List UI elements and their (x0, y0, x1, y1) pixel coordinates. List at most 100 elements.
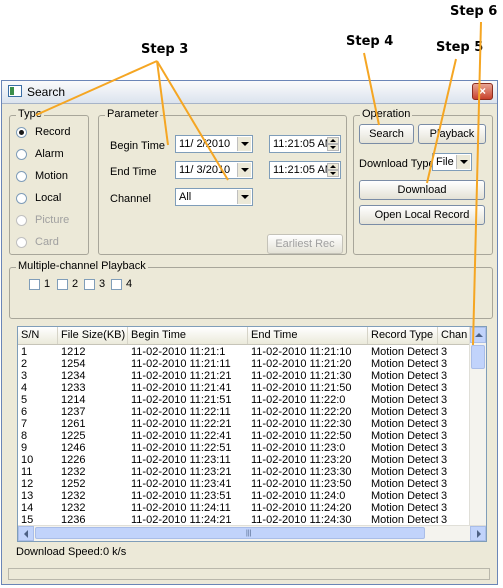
chevron-down-icon[interactable] (237, 190, 251, 204)
table-cell: 11-02-2010 11:23:30 (251, 466, 352, 478)
parameter-legend: Parameter (105, 108, 161, 120)
chevron-down-icon[interactable] (237, 163, 251, 177)
begin-date-picker[interactable]: 11/ 2/2010 (175, 135, 253, 153)
parameter-group: Parameter Begin Time 11/ 2/2010 11:21:05… (98, 108, 347, 255)
radio-icon[interactable] (16, 170, 27, 182)
spin-up-icon[interactable] (327, 137, 339, 144)
channel-select[interactable]: All (175, 188, 253, 206)
table-cell: 11-02-2010 11:23:20 (251, 454, 352, 466)
table-row[interactable]: 1 1212 11-02-2010 11:21:1 11-02-2010 11:21:… (18, 346, 470, 358)
table-row[interactable]: 11 1232 11-02-2010 11:23:21 11-02-2010 11:2… (18, 466, 470, 478)
chevron-down-icon[interactable] (456, 155, 470, 169)
table-cell: 9 (21, 442, 28, 454)
horizontal-scrollbar[interactable]: ||| (18, 525, 486, 541)
scroll-left-icon[interactable] (18, 526, 34, 541)
close-icon[interactable]: × (472, 83, 493, 100)
download-type-select[interactable]: File (432, 153, 472, 171)
column-header[interactable]: Chan (438, 327, 472, 344)
column-header[interactable]: S/N (18, 327, 58, 344)
table-cell: 3 (21, 370, 28, 382)
table-cell: 11-02-2010 11:23:11 (131, 454, 231, 466)
checkbox-icon[interactable] (57, 278, 68, 290)
spin-down-icon[interactable] (327, 144, 339, 151)
type-option-alarm[interactable]: Alarm (16, 146, 64, 162)
type-option-record[interactable]: Record (16, 124, 70, 140)
playback-button[interactable]: Playback (418, 124, 486, 144)
chevron-down-icon[interactable] (237, 137, 251, 151)
column-header[interactable]: Record Type (368, 327, 438, 344)
record-list-table[interactable]: S/N File Size(KB) Begin Time End Time Re… (17, 326, 487, 542)
column-header[interactable]: End Time (248, 327, 368, 344)
table-row[interactable]: 8 1225 11-02-2010 11:22:41 11-02-2010 11:22… (18, 430, 470, 442)
table-cell: 11-02-2010 11:23:50 (251, 478, 352, 490)
table-row[interactable]: 12 1252 11-02-2010 11:23:41 11-02-2010 11:2… (18, 478, 470, 490)
radio-icon[interactable] (16, 192, 27, 204)
table-row[interactable]: 13 1232 11-02-2010 11:23:51 11-02-2010 11:2… (18, 490, 470, 502)
table-cell: 11-02-2010 11:21:51 (131, 394, 232, 406)
type-option-label: Record (35, 126, 71, 138)
radio-icon-checked[interactable] (16, 126, 27, 138)
end-time-label: End Time (110, 166, 157, 178)
table-cell: 8 (21, 430, 28, 442)
table-cell: 1226 (61, 454, 86, 466)
vertical-scrollbar[interactable] (469, 327, 486, 526)
type-option-card: Card (16, 234, 59, 250)
table-cell: Motion Detect (371, 382, 438, 394)
channel-check-3[interactable]: 3 (84, 278, 105, 290)
table-row[interactable]: 5 1214 11-02-2010 11:21:51 11-02-2010 11:22… (18, 394, 470, 406)
checkbox-icon[interactable] (111, 278, 122, 290)
table-row[interactable]: 6 1237 11-02-2010 11:22:11 11-02-2010 11:22… (18, 406, 470, 418)
table-cell: 3 (441, 406, 448, 418)
table-row[interactable]: 7 1261 11-02-2010 11:22:21 11-02-2010 11:22… (18, 418, 470, 430)
table-row[interactable]: 9 1246 11-02-2010 11:22:51 11-02-2010 11:23… (18, 442, 470, 454)
table-row[interactable]: 2 1254 11-02-2010 11:21:11 11-02-2010 11:21… (18, 358, 470, 370)
channel-check-label: 3 (99, 278, 106, 290)
type-option-local[interactable]: Local (16, 190, 61, 206)
type-option-label: Picture (35, 214, 70, 226)
table-cell: 11-02-2010 11:22:50 (251, 430, 352, 442)
scroll-thumb[interactable] (471, 345, 485, 369)
spin-down-icon[interactable] (327, 170, 339, 177)
table-cell: 1246 (61, 442, 86, 454)
table-cell: Motion Detect (371, 490, 438, 502)
column-header[interactable]: Begin Time (128, 327, 248, 344)
scroll-up-icon[interactable] (470, 327, 486, 343)
table-cell: Motion Detect (371, 466, 438, 478)
begin-time-spinner[interactable]: 11:21:05 AM (269, 135, 341, 153)
table-row[interactable]: 4 1233 11-02-2010 11:21:41 11-02-2010 11:21… (18, 382, 470, 394)
table-cell: 11-02-2010 11:24:20 (251, 502, 352, 514)
table-cell: 11-02-2010 11:23:51 (131, 490, 232, 502)
channel-check-2[interactable]: 2 (57, 278, 78, 290)
channel-check-1[interactable]: 1 (29, 278, 50, 290)
type-option-motion[interactable]: Motion (16, 168, 68, 184)
checkbox-icon[interactable] (29, 278, 40, 290)
end-date-picker[interactable]: 11/ 3/2010 (175, 161, 253, 179)
column-header[interactable]: File Size(KB) (58, 327, 128, 344)
table-cell: 1261 (61, 418, 86, 430)
spin-up-icon[interactable] (327, 163, 339, 170)
table-cell: 3 (441, 394, 448, 406)
step-5-label: Step 5 (436, 40, 484, 55)
operation-group: Operation Search Playback Download Type … (353, 108, 493, 255)
table-row[interactable]: 10 1226 11-02-2010 11:23:11 11-02-2010 11:2… (18, 454, 470, 466)
end-time-spinner[interactable]: 11:21:05 AM (269, 161, 341, 179)
scroll-thumb[interactable]: ||| (35, 527, 425, 539)
table-cell: 6 (21, 406, 28, 418)
checkbox-icon[interactable] (84, 278, 95, 290)
download-button[interactable]: Download (359, 180, 485, 200)
table-cell: 3 (441, 430, 448, 442)
channel-value: All (179, 191, 192, 203)
channel-check-4[interactable]: 4 (111, 278, 132, 290)
table-cell: 3 (441, 418, 448, 430)
table-cell: 11-02-2010 11:21:1 (131, 346, 226, 358)
open-local-record-button[interactable]: Open Local Record (359, 205, 485, 225)
table-cell: 11-02-2010 11:21:10 (251, 346, 352, 358)
table-row[interactable]: 3 1234 11-02-2010 11:21:21 11-02-2010 11:21… (18, 370, 470, 382)
search-button[interactable]: Search (359, 124, 414, 144)
scroll-right-icon[interactable] (470, 526, 486, 541)
multichannel-legend: Multiple-channel Playback (16, 260, 148, 272)
radio-icon[interactable] (16, 148, 27, 160)
table-cell: 3 (441, 358, 448, 370)
table-cell: 1254 (61, 358, 86, 370)
table-row[interactable]: 14 1232 11-02-2010 11:24:11 11-02-2010 11:2… (18, 502, 470, 514)
